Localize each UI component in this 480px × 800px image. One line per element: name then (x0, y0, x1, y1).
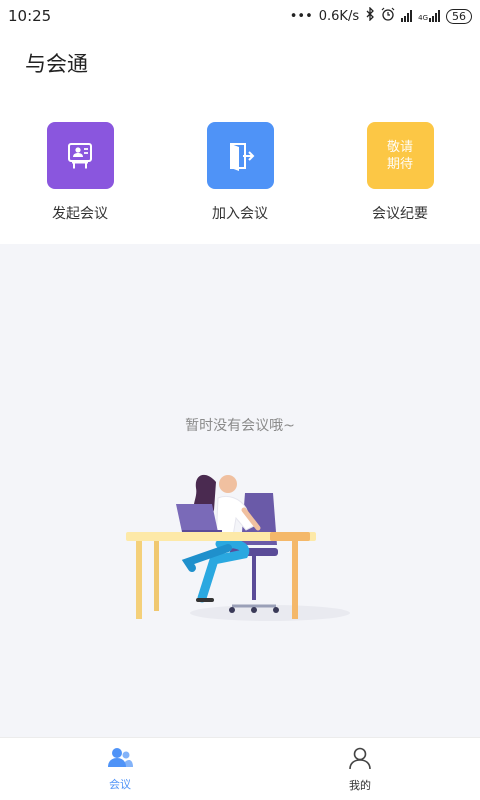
meeting-minutes-label: 会议纪要 (372, 206, 428, 222)
join-meeting-button[interactable]: 加入会议 (160, 122, 320, 223)
join-meeting-label: 加入会议 (212, 206, 268, 222)
status-bar: 10:25 ••• 0.6K/s 4G 56 (0, 0, 480, 32)
battery-indicator: 56 (446, 8, 472, 24)
meeting-users-icon (107, 747, 133, 773)
bottom-tab-bar: 会议 我的 (0, 737, 480, 800)
empty-state-illustration (120, 458, 360, 638)
signal-4g-icon (429, 10, 440, 22)
app-title: 与会通 (25, 52, 88, 76)
coming-soon-text: 敬请期待 (386, 139, 413, 172)
door-enter-icon (206, 122, 274, 189)
signal-icon (401, 10, 413, 22)
meeting-minutes-button[interactable]: 敬请期待 会议纪要 (320, 122, 480, 223)
coming-soon-icon: 敬请期待 (366, 122, 434, 189)
tab-profile[interactable]: 我的 (240, 738, 480, 800)
status-icons: ••• 0.6K/s 4G 56 (289, 6, 472, 25)
alarm-icon (381, 7, 395, 25)
more-dots-icon: ••• (289, 8, 313, 24)
tab-profile-label: 我的 (349, 778, 371, 792)
profile-icon (348, 746, 372, 774)
start-meeting-label: 发起会议 (52, 206, 108, 222)
bluetooth-icon (365, 6, 375, 25)
presentation-icon (46, 122, 114, 189)
status-time: 10:25 (8, 7, 52, 25)
network-speed: 0.6K/s (318, 8, 360, 24)
tab-meeting[interactable]: 会议 (0, 738, 240, 800)
empty-state-message: 暂时没有会议哦~ (185, 418, 295, 434)
quick-actions: 发起会议 加入会议 敬请期待 会议纪要 (0, 122, 480, 223)
network-type: 4G (418, 14, 428, 22)
tab-meeting-label: 会议 (109, 777, 131, 791)
start-meeting-button[interactable]: 发起会议 (0, 122, 160, 223)
header-panel: 与会通 发起会议 加入会议 敬请期待 会议纪要 (0, 32, 480, 244)
